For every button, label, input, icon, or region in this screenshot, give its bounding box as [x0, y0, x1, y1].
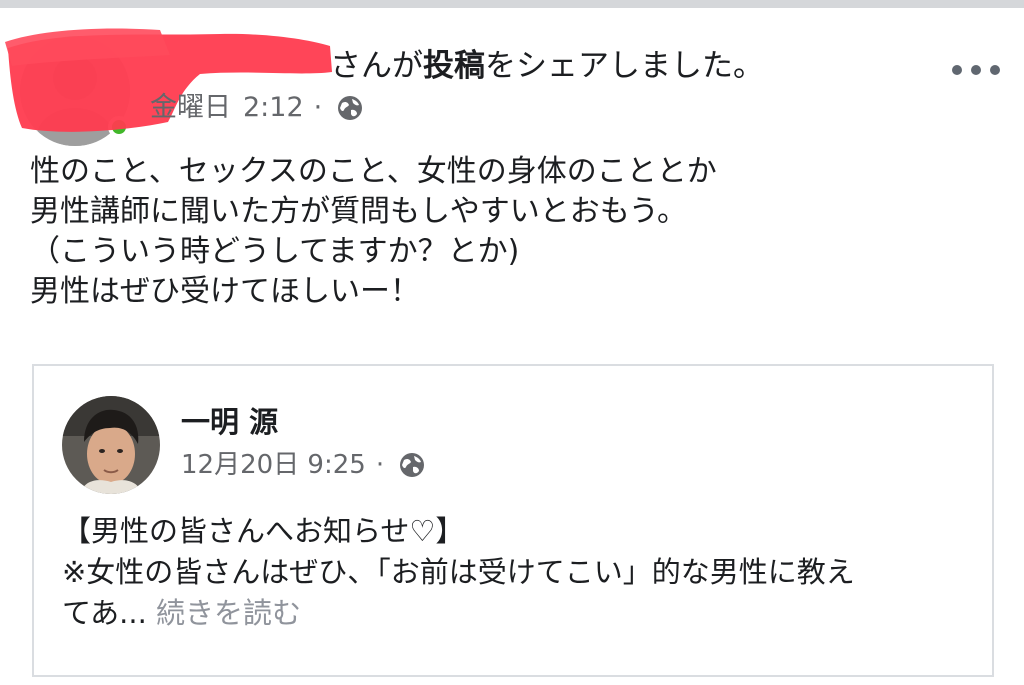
- more-dot: [971, 65, 981, 75]
- name-redaction: [5, 28, 332, 132]
- author-suffix: さんが: [330, 48, 423, 84]
- more-dot: [990, 65, 1000, 75]
- share-headline: さんが投稿をシェアしました。: [330, 46, 764, 86]
- shared-post-meta: 12月20日 9:25 ·: [181, 448, 426, 482]
- shared-author-name[interactable]: 一明 源: [181, 404, 278, 440]
- more-dot: [952, 65, 962, 75]
- post-body-line: 男性講師に聞いた方が質問もしやすいとおもう。: [30, 194, 687, 229]
- post-body-line: （こういう時どうしてますか？とか): [30, 234, 520, 269]
- post-body-line: 性のこと、セックスのこと、女性の身体のこととか: [30, 154, 717, 189]
- shared-author-avatar[interactable]: [62, 396, 160, 494]
- globe-icon[interactable]: [398, 451, 426, 479]
- shared-post-card[interactable]: 一明 源 12月20日 9:25 · 【男性の皆さんへお知らせ♡】 ※女性の皆さ…: [32, 364, 994, 677]
- share-action-text: をシェアしました。: [485, 48, 764, 84]
- shared-body-truncated: てあ...: [62, 596, 147, 630]
- more-options-icon[interactable]: [952, 56, 1000, 84]
- post-link[interactable]: 投稿: [423, 48, 485, 84]
- profile-photo-icon: [62, 396, 160, 494]
- shared-body-line: 【男性の皆さんへお知らせ♡】: [62, 514, 465, 548]
- post-meta: 金曜日 2:12 ·: [150, 90, 364, 126]
- meta-separator: ·: [313, 92, 323, 123]
- shared-post-body: 【男性の皆さんへお知らせ♡】 ※女性の皆さんはぜひ、「お前は受けてこい」的な男性…: [62, 511, 982, 634]
- meta-separator: ·: [375, 450, 385, 480]
- shared-body-line: ※女性の皆さんはぜひ、「お前は受けてこい」的な男性に教え: [62, 555, 855, 589]
- post-time[interactable]: 2:12: [243, 90, 304, 126]
- post-body: 性のこと、セックスのこと、女性の身体のこととか 男性講師に聞いた方が質問もしやす…: [30, 152, 990, 312]
- globe-icon[interactable]: [336, 94, 364, 122]
- see-more-link[interactable]: 続きを読む: [156, 596, 301, 630]
- shared-body-last-line: てあ... 続きを読む: [62, 593, 982, 634]
- shared-post-date[interactable]: 12月20日 9:25: [181, 448, 366, 482]
- post-day: 金曜日: [150, 92, 231, 123]
- post-body-line: 男性はぜひ受けてほしいー！: [30, 274, 420, 309]
